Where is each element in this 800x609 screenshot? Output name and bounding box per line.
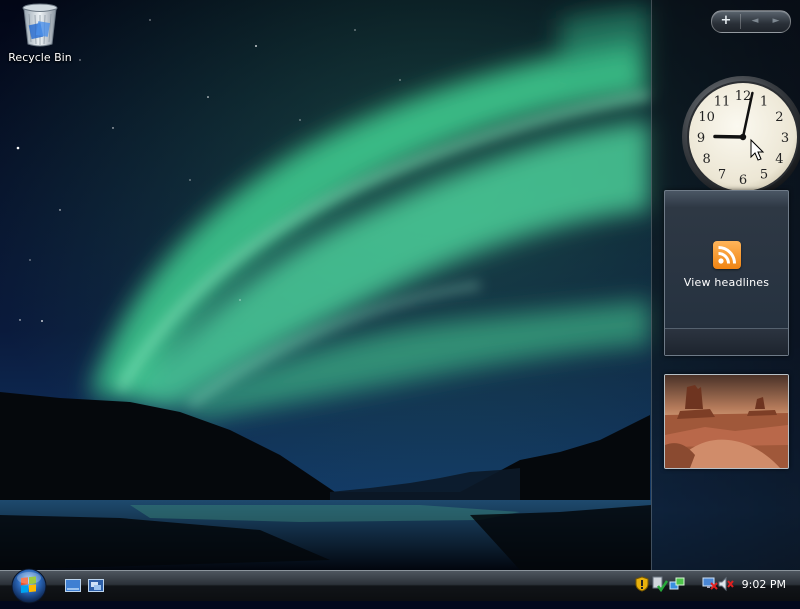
taskbar-clock[interactable]: 9:02 PM bbox=[742, 578, 786, 591]
clock-number: 2 bbox=[775, 110, 783, 125]
windows-start-orb bbox=[11, 568, 47, 604]
clock-number: 8 bbox=[702, 152, 710, 167]
monitor-icon[interactable] bbox=[702, 576, 718, 592]
speaker-muted-icon[interactable] bbox=[718, 576, 734, 592]
view-headlines-link[interactable]: View headlines bbox=[665, 276, 788, 289]
clock-face: 12 12 3 45678 9 1011 bbox=[682, 76, 800, 198]
windows-sidebar: + ◄ ► 12 1 2 3 4 5 6 7 8 9 10 11 View he… bbox=[651, 0, 800, 570]
sidebar-controls-divider bbox=[740, 14, 741, 29]
clock-number: 10 bbox=[698, 110, 715, 125]
next-page-button[interactable]: ► bbox=[766, 11, 786, 32]
security-alert-icon[interactable] bbox=[634, 576, 650, 592]
network-icon[interactable] bbox=[669, 576, 685, 592]
slideshow-photo bbox=[665, 375, 788, 468]
notification-area: 9:02 PM bbox=[628, 571, 800, 601]
clock-number: 4 bbox=[775, 152, 783, 167]
switch-windows-icon[interactable] bbox=[88, 578, 104, 592]
clock-gadget[interactable]: 12 1 2 3 4 5 6 7 8 9 10 11 bbox=[681, 74, 800, 199]
feed-headlines-gadget[interactable]: View headlines bbox=[664, 190, 789, 356]
previous-page-button[interactable]: ◄ bbox=[745, 11, 765, 32]
show-desktop-icon[interactable] bbox=[65, 578, 81, 592]
sidebar-controls: + ◄ ► bbox=[711, 10, 791, 33]
taskbar: 9:02 PM bbox=[0, 568, 800, 604]
clock-number: 11 bbox=[714, 95, 731, 110]
add-gadget-button[interactable]: + bbox=[712, 11, 740, 32]
start-button[interactable] bbox=[7, 567, 49, 605]
rss-feed-icon bbox=[713, 241, 741, 269]
windows-update-icon[interactable] bbox=[652, 576, 669, 593]
clock-number: 12 bbox=[735, 89, 752, 104]
clock-number: 7 bbox=[718, 167, 726, 182]
slideshow-gadget[interactable] bbox=[664, 374, 789, 469]
clock-number: 6 bbox=[739, 173, 747, 188]
recycle-bin-label: Recycle Bin bbox=[8, 51, 72, 64]
recycle-bin-shortcut[interactable]: Recycle Bin bbox=[4, 2, 76, 64]
feed-gadget-footer bbox=[665, 328, 788, 355]
clock-number: 5 bbox=[760, 167, 768, 182]
recycle-bin-icon bbox=[22, 3, 58, 47]
clock-number: 1 bbox=[760, 95, 768, 110]
clock-number: 9 bbox=[697, 131, 705, 146]
clock-hour-hand bbox=[713, 134, 745, 139]
clock-number: 3 bbox=[781, 131, 789, 146]
